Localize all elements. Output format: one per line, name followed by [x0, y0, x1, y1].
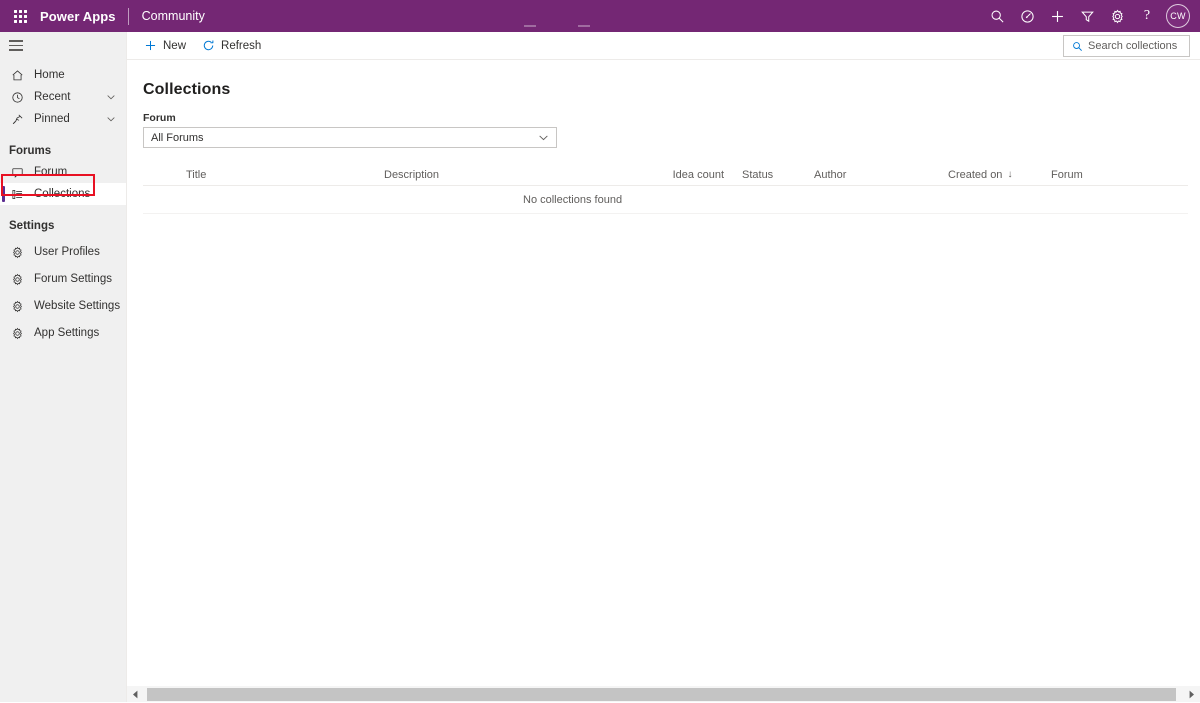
refresh-icon — [200, 38, 216, 54]
sidebar-item-forum[interactable]: Forum — [0, 161, 126, 183]
forum-filter-value: All Forums — [151, 131, 204, 144]
search-icon[interactable] — [982, 0, 1012, 32]
forum-filter-dropdown[interactable]: All Forums — [143, 127, 557, 148]
new-button[interactable]: New — [140, 33, 194, 59]
gear-icon — [9, 244, 25, 260]
sidebar-item-app-settings[interactable]: App Settings — [0, 322, 126, 344]
scrollbar-thumb[interactable] — [147, 687, 1176, 701]
grid-header-row: Title Description Idea count Status Auth… — [143, 164, 1188, 186]
sidebar-item-label: Collections — [34, 188, 91, 200]
collections-grid: Title Description Idea count Status Auth… — [143, 164, 1188, 214]
sidebar-item-home[interactable]: Home — [0, 64, 126, 86]
topbar-artifact-left — [524, 25, 536, 27]
sidebar-item-label: Forum — [34, 166, 68, 178]
horizontal-scrollbar[interactable] — [127, 685, 1200, 702]
grid-empty-row: No collections found — [143, 186, 1188, 214]
caret-left-icon — [133, 690, 138, 698]
gear-icon[interactable] — [1102, 0, 1132, 32]
new-button-label: New — [163, 39, 187, 52]
sidebar-item-label: Forum Settings — [34, 273, 112, 285]
forum-filter-label: Forum — [143, 112, 176, 124]
sidebar-group-forums: Forums — [9, 145, 52, 157]
help-glyph: ? — [1143, 8, 1151, 23]
sidebar-item-label: User Profiles — [34, 246, 100, 258]
column-header-description[interactable]: Description — [380, 169, 643, 181]
refresh-button-label: Refresh — [221, 39, 262, 52]
sidebar-item-recent[interactable]: Recent — [0, 86, 126, 108]
column-header-created-on-label: Created on — [948, 168, 1003, 181]
environment-icon[interactable] — [1012, 0, 1042, 32]
scroll-right-button[interactable] — [1183, 686, 1200, 703]
hamburger-icon — [9, 40, 23, 51]
plus-icon — [142, 38, 158, 54]
scroll-left-button[interactable] — [127, 686, 144, 703]
column-header-created-on[interactable]: Created on ↓ — [936, 169, 1041, 181]
sidebar-item-label: Home — [34, 69, 65, 81]
search-collections-input[interactable]: Search collections — [1063, 35, 1190, 57]
pin-icon — [9, 111, 25, 127]
gear-icon — [9, 271, 25, 287]
filter-icon[interactable] — [1072, 0, 1102, 32]
sitemap-toggle-button[interactable] — [0, 32, 126, 59]
column-header-title[interactable]: Title — [182, 169, 380, 181]
plus-icon[interactable] — [1042, 0, 1072, 32]
topbar-artifact-right — [578, 25, 590, 27]
home-icon — [9, 67, 25, 83]
column-header-idea-count[interactable]: Idea count — [643, 169, 728, 181]
sidebar-item-label: Pinned — [34, 113, 70, 125]
sidebar-item-pinned[interactable]: Pinned — [0, 108, 126, 130]
page-title: Collections — [143, 81, 231, 98]
command-bar: New Refresh Search collections — [127, 32, 1200, 60]
sort-descending-icon: ↓ — [1007, 168, 1013, 180]
main-content: New Refresh Search collections Collectio… — [127, 32, 1200, 702]
chevron-down-icon[interactable] — [106, 114, 116, 124]
column-header-author[interactable]: Author — [805, 169, 936, 181]
app-name[interactable]: Community — [129, 9, 205, 23]
search-placeholder: Search collections — [1088, 40, 1178, 52]
sidebar-item-user-profiles[interactable]: User Profiles — [0, 241, 126, 263]
brand-name[interactable]: Power Apps — [40, 9, 128, 24]
selection-indicator — [2, 186, 5, 202]
sidebar-item-website-settings[interactable]: Website Settings — [0, 295, 126, 317]
sidebar-item-forum-settings[interactable]: Forum Settings — [0, 268, 126, 290]
sidebar-item-collections[interactable]: Collections — [0, 183, 126, 205]
sidebar-item-label: Recent — [34, 91, 71, 103]
topbar-actions: ? CW — [982, 0, 1200, 32]
column-header-forum[interactable]: Forum — [1041, 169, 1161, 181]
waffle-grid — [13, 9, 27, 23]
column-header-status[interactable]: Status — [728, 169, 805, 181]
comment-icon — [9, 164, 25, 180]
no-records-message: No collections found — [523, 193, 623, 206]
gear-icon — [9, 298, 25, 314]
list-icon — [9, 186, 25, 202]
top-brand-bar: Power Apps Community ? CW — [0, 0, 1200, 32]
refresh-button[interactable]: Refresh — [198, 33, 269, 59]
clock-icon — [9, 89, 25, 105]
gear-icon — [9, 325, 25, 341]
sidebar-item-label: App Settings — [34, 327, 100, 339]
chevron-down-icon[interactable] — [538, 132, 549, 143]
help-icon[interactable]: ? — [1132, 0, 1162, 32]
sidebar-item-label: Website Settings — [34, 300, 121, 312]
sidebar-group-settings: Settings — [9, 220, 55, 232]
sidebar: Home Recent Pinned Forums Forum Collecti… — [0, 32, 127, 702]
avatar[interactable]: CW — [1166, 4, 1190, 28]
app-launcher-icon[interactable] — [0, 0, 40, 32]
search-icon — [1071, 40, 1083, 52]
scrollbar-track[interactable] — [145, 686, 1182, 702]
chevron-down-icon[interactable] — [106, 92, 116, 102]
page-body: Collections Forum All Forums Title Descr… — [127, 60, 1200, 214]
caret-right-icon — [1189, 690, 1194, 698]
